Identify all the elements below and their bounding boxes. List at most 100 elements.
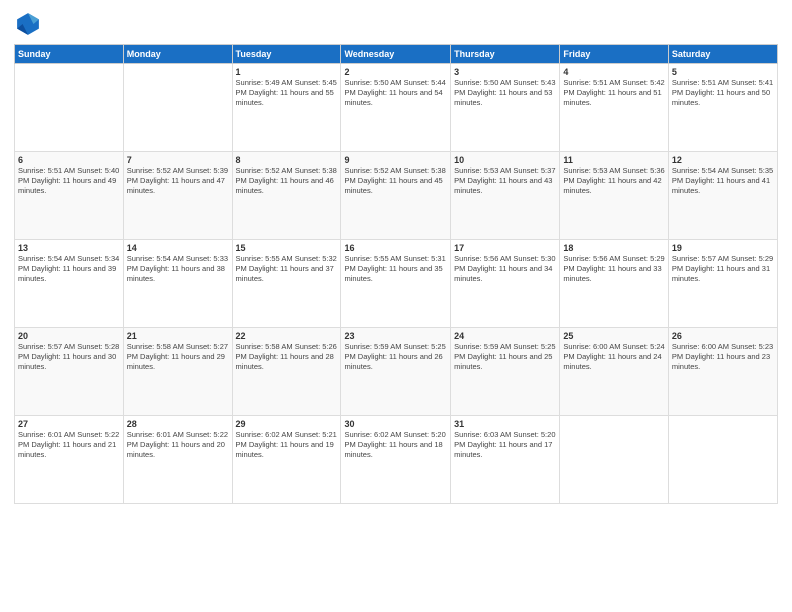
day-number: 21 [127, 331, 229, 341]
calendar-cell: 16Sunrise: 5:55 AM Sunset: 5:31 PM Dayli… [341, 240, 451, 328]
day-info: Sunrise: 5:54 AM Sunset: 5:34 PM Dayligh… [18, 254, 120, 284]
day-info: Sunrise: 6:03 AM Sunset: 5:20 PM Dayligh… [454, 430, 556, 460]
day-info: Sunrise: 5:54 AM Sunset: 5:33 PM Dayligh… [127, 254, 229, 284]
calendar-cell: 30Sunrise: 6:02 AM Sunset: 5:20 PM Dayli… [341, 416, 451, 504]
day-number: 11 [563, 155, 665, 165]
day-number: 9 [344, 155, 447, 165]
weekday-header: Saturday [668, 45, 777, 64]
weekday-header: Tuesday [232, 45, 341, 64]
day-info: Sunrise: 5:55 AM Sunset: 5:31 PM Dayligh… [344, 254, 447, 284]
calendar-cell: 27Sunrise: 6:01 AM Sunset: 5:22 PM Dayli… [15, 416, 124, 504]
day-info: Sunrise: 5:54 AM Sunset: 5:35 PM Dayligh… [672, 166, 774, 196]
calendar-week-row: 6Sunrise: 5:51 AM Sunset: 5:40 PM Daylig… [15, 152, 778, 240]
calendar-cell [15, 64, 124, 152]
calendar-week-row: 20Sunrise: 5:57 AM Sunset: 5:28 PM Dayli… [15, 328, 778, 416]
calendar-cell: 28Sunrise: 6:01 AM Sunset: 5:22 PM Dayli… [123, 416, 232, 504]
day-info: Sunrise: 5:50 AM Sunset: 5:43 PM Dayligh… [454, 78, 556, 108]
weekday-row: SundayMondayTuesdayWednesdayThursdayFrid… [15, 45, 778, 64]
day-number: 26 [672, 331, 774, 341]
day-info: Sunrise: 5:57 AM Sunset: 5:28 PM Dayligh… [18, 342, 120, 372]
weekday-header: Friday [560, 45, 669, 64]
day-info: Sunrise: 6:00 AM Sunset: 5:23 PM Dayligh… [672, 342, 774, 372]
calendar-cell: 8Sunrise: 5:52 AM Sunset: 5:38 PM Daylig… [232, 152, 341, 240]
day-number: 10 [454, 155, 556, 165]
day-number: 4 [563, 67, 665, 77]
day-number: 1 [236, 67, 338, 77]
calendar-cell: 15Sunrise: 5:55 AM Sunset: 5:32 PM Dayli… [232, 240, 341, 328]
day-number: 2 [344, 67, 447, 77]
calendar-cell: 12Sunrise: 5:54 AM Sunset: 5:35 PM Dayli… [668, 152, 777, 240]
day-number: 31 [454, 419, 556, 429]
calendar-cell: 31Sunrise: 6:03 AM Sunset: 5:20 PM Dayli… [451, 416, 560, 504]
calendar-cell: 4Sunrise: 5:51 AM Sunset: 5:42 PM Daylig… [560, 64, 669, 152]
day-number: 30 [344, 419, 447, 429]
calendar-cell: 25Sunrise: 6:00 AM Sunset: 5:24 PM Dayli… [560, 328, 669, 416]
calendar-cell: 7Sunrise: 5:52 AM Sunset: 5:39 PM Daylig… [123, 152, 232, 240]
day-info: Sunrise: 5:51 AM Sunset: 5:40 PM Dayligh… [18, 166, 120, 196]
calendar-cell: 21Sunrise: 5:58 AM Sunset: 5:27 PM Dayli… [123, 328, 232, 416]
calendar-cell: 1Sunrise: 5:49 AM Sunset: 5:45 PM Daylig… [232, 64, 341, 152]
logo-icon [14, 10, 42, 38]
calendar-cell: 2Sunrise: 5:50 AM Sunset: 5:44 PM Daylig… [341, 64, 451, 152]
day-number: 15 [236, 243, 338, 253]
day-info: Sunrise: 5:59 AM Sunset: 5:25 PM Dayligh… [454, 342, 556, 372]
day-info: Sunrise: 5:52 AM Sunset: 5:39 PM Dayligh… [127, 166, 229, 196]
day-info: Sunrise: 5:49 AM Sunset: 5:45 PM Dayligh… [236, 78, 338, 108]
calendar-cell: 23Sunrise: 5:59 AM Sunset: 5:25 PM Dayli… [341, 328, 451, 416]
day-info: Sunrise: 5:56 AM Sunset: 5:30 PM Dayligh… [454, 254, 556, 284]
weekday-header: Wednesday [341, 45, 451, 64]
day-number: 22 [236, 331, 338, 341]
header [14, 10, 778, 38]
calendar-cell [123, 64, 232, 152]
calendar-cell: 26Sunrise: 6:00 AM Sunset: 5:23 PM Dayli… [668, 328, 777, 416]
calendar-cell [560, 416, 669, 504]
day-info: Sunrise: 5:55 AM Sunset: 5:32 PM Dayligh… [236, 254, 338, 284]
day-info: Sunrise: 5:58 AM Sunset: 5:27 PM Dayligh… [127, 342, 229, 372]
day-info: Sunrise: 6:02 AM Sunset: 5:21 PM Dayligh… [236, 430, 338, 460]
calendar-cell: 17Sunrise: 5:56 AM Sunset: 5:30 PM Dayli… [451, 240, 560, 328]
day-number: 7 [127, 155, 229, 165]
weekday-header: Sunday [15, 45, 124, 64]
day-number: 3 [454, 67, 556, 77]
day-info: Sunrise: 5:50 AM Sunset: 5:44 PM Dayligh… [344, 78, 447, 108]
day-info: Sunrise: 5:58 AM Sunset: 5:26 PM Dayligh… [236, 342, 338, 372]
calendar-cell: 22Sunrise: 5:58 AM Sunset: 5:26 PM Dayli… [232, 328, 341, 416]
calendar-cell: 14Sunrise: 5:54 AM Sunset: 5:33 PM Dayli… [123, 240, 232, 328]
calendar-cell: 6Sunrise: 5:51 AM Sunset: 5:40 PM Daylig… [15, 152, 124, 240]
calendar-cell: 20Sunrise: 5:57 AM Sunset: 5:28 PM Dayli… [15, 328, 124, 416]
calendar-week-row: 27Sunrise: 6:01 AM Sunset: 5:22 PM Dayli… [15, 416, 778, 504]
calendar-header: SundayMondayTuesdayWednesdayThursdayFrid… [15, 45, 778, 64]
weekday-header: Monday [123, 45, 232, 64]
day-number: 28 [127, 419, 229, 429]
day-info: Sunrise: 5:53 AM Sunset: 5:36 PM Dayligh… [563, 166, 665, 196]
day-info: Sunrise: 5:56 AM Sunset: 5:29 PM Dayligh… [563, 254, 665, 284]
calendar-cell: 29Sunrise: 6:02 AM Sunset: 5:21 PM Dayli… [232, 416, 341, 504]
calendar-cell [668, 416, 777, 504]
day-number: 25 [563, 331, 665, 341]
calendar-cell: 9Sunrise: 5:52 AM Sunset: 5:38 PM Daylig… [341, 152, 451, 240]
calendar-cell: 24Sunrise: 5:59 AM Sunset: 5:25 PM Dayli… [451, 328, 560, 416]
calendar-body: 1Sunrise: 5:49 AM Sunset: 5:45 PM Daylig… [15, 64, 778, 504]
day-number: 5 [672, 67, 774, 77]
day-info: Sunrise: 5:51 AM Sunset: 5:42 PM Dayligh… [563, 78, 665, 108]
day-info: Sunrise: 5:53 AM Sunset: 5:37 PM Dayligh… [454, 166, 556, 196]
calendar-week-row: 1Sunrise: 5:49 AM Sunset: 5:45 PM Daylig… [15, 64, 778, 152]
day-number: 6 [18, 155, 120, 165]
calendar-cell: 13Sunrise: 5:54 AM Sunset: 5:34 PM Dayli… [15, 240, 124, 328]
logo [14, 10, 46, 38]
day-number: 18 [563, 243, 665, 253]
day-info: Sunrise: 6:02 AM Sunset: 5:20 PM Dayligh… [344, 430, 447, 460]
day-info: Sunrise: 5:57 AM Sunset: 5:29 PM Dayligh… [672, 254, 774, 284]
day-number: 14 [127, 243, 229, 253]
day-number: 24 [454, 331, 556, 341]
calendar-cell: 19Sunrise: 5:57 AM Sunset: 5:29 PM Dayli… [668, 240, 777, 328]
day-number: 27 [18, 419, 120, 429]
day-number: 23 [344, 331, 447, 341]
calendar-table: SundayMondayTuesdayWednesdayThursdayFrid… [14, 44, 778, 504]
calendar-week-row: 13Sunrise: 5:54 AM Sunset: 5:34 PM Dayli… [15, 240, 778, 328]
weekday-header: Thursday [451, 45, 560, 64]
day-info: Sunrise: 6:01 AM Sunset: 5:22 PM Dayligh… [18, 430, 120, 460]
day-number: 13 [18, 243, 120, 253]
day-number: 29 [236, 419, 338, 429]
day-number: 12 [672, 155, 774, 165]
